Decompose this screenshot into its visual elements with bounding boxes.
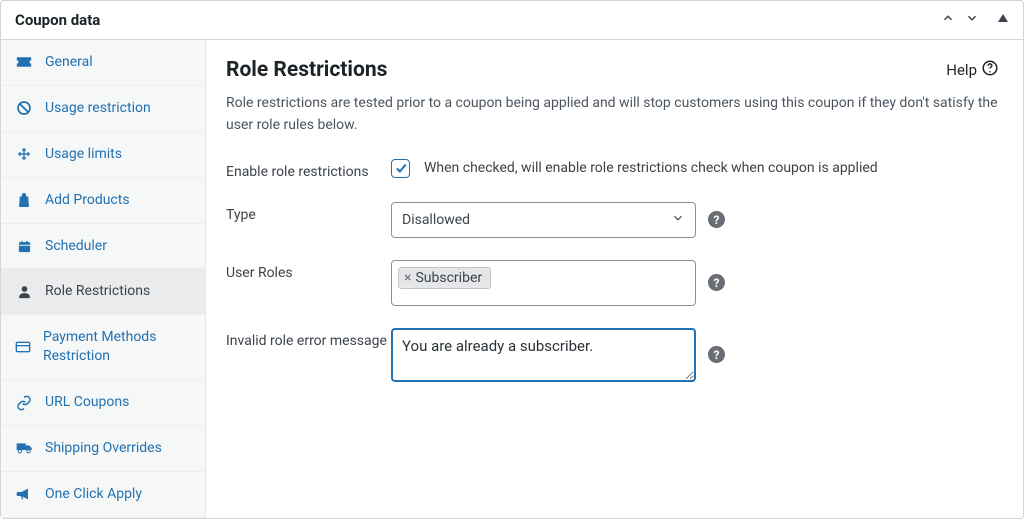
move-up-icon[interactable] bbox=[941, 11, 955, 29]
row-enable-role-restrictions: Enable role restrictions When checked, w… bbox=[226, 159, 999, 180]
card-icon bbox=[15, 341, 31, 353]
sidebar-item-role-restrictions[interactable]: Role Restrictions bbox=[1, 269, 205, 315]
coupon-data-panel: Coupon data General bbox=[0, 0, 1024, 519]
type-selected-value: Disallowed bbox=[402, 212, 470, 228]
bag-icon bbox=[15, 192, 33, 208]
sidebar-item-shipping-overrides[interactable]: Shipping Overrides bbox=[1, 426, 205, 472]
sidebar-item-general[interactable]: General bbox=[1, 40, 205, 86]
roles-help-icon[interactable]: ? bbox=[708, 274, 725, 291]
sidebar-item-label: Shipping Overrides bbox=[45, 439, 162, 458]
sidebar-item-add-products[interactable]: Add Products bbox=[1, 178, 205, 224]
collapse-icon[interactable] bbox=[997, 12, 1009, 28]
sidebar-item-label: Add Products bbox=[45, 191, 130, 210]
message-label: Invalid role error message bbox=[226, 328, 391, 349]
enable-checkbox[interactable] bbox=[391, 159, 410, 178]
type-help-icon[interactable]: ? bbox=[708, 211, 725, 228]
row-type: Type Disallowed ? bbox=[226, 202, 999, 238]
calendar-icon bbox=[15, 239, 33, 254]
content-description: Role restrictions are tested prior to a … bbox=[226, 92, 999, 137]
ticket-icon bbox=[15, 56, 33, 68]
sidebar-item-scheduler[interactable]: Scheduler bbox=[1, 224, 205, 270]
sidebar-item-label: URL Coupons bbox=[45, 393, 129, 412]
content-header: Role Restrictions Help bbox=[226, 58, 999, 82]
remove-tag-icon[interactable]: × bbox=[404, 271, 411, 285]
panel-title: Coupon data bbox=[15, 11, 100, 29]
sidebar-item-label: Scheduler bbox=[45, 237, 107, 256]
panel-body: General Usage restriction Usage limits A… bbox=[1, 40, 1023, 518]
sidebar: General Usage restriction Usage limits A… bbox=[1, 40, 206, 518]
content-title: Role Restrictions bbox=[226, 58, 387, 82]
enable-check-label: When checked, will enable role restricti… bbox=[424, 160, 878, 176]
link-icon bbox=[15, 395, 33, 411]
roles-label: User Roles bbox=[226, 260, 391, 281]
row-invalid-message: Invalid role error message ? bbox=[226, 328, 999, 382]
content-area: Role Restrictions Help Role restrictions… bbox=[206, 40, 1023, 518]
truck-icon bbox=[15, 441, 33, 455]
help-link[interactable]: Help bbox=[946, 59, 999, 81]
move-down-icon[interactable] bbox=[965, 11, 979, 29]
message-textarea[interactable] bbox=[391, 328, 696, 382]
row-user-roles: User Roles × Subscriber ? bbox=[226, 260, 999, 306]
sidebar-item-label: Usage limits bbox=[45, 145, 122, 164]
panel-header-actions bbox=[941, 11, 1009, 29]
limits-icon bbox=[15, 146, 33, 162]
role-tag: × Subscriber bbox=[398, 267, 491, 289]
sidebar-item-payment-methods-restriction[interactable]: Payment Methods Restriction bbox=[1, 315, 205, 380]
question-circle-icon bbox=[981, 59, 999, 81]
megaphone-icon bbox=[15, 487, 33, 501]
type-select[interactable]: Disallowed bbox=[391, 202, 696, 238]
help-label: Help bbox=[946, 61, 977, 79]
panel-header: Coupon data bbox=[1, 1, 1023, 40]
sidebar-item-usage-limits[interactable]: Usage limits bbox=[1, 132, 205, 178]
sidebar-item-label: One Click Apply bbox=[45, 485, 142, 504]
sidebar-item-label: Payment Methods Restriction bbox=[43, 328, 191, 366]
ban-icon bbox=[15, 100, 33, 116]
role-tag-label: Subscriber bbox=[415, 270, 482, 286]
user-icon bbox=[15, 284, 33, 299]
sidebar-item-one-click-apply[interactable]: One Click Apply bbox=[1, 472, 205, 518]
type-label: Type bbox=[226, 202, 391, 223]
message-help-icon[interactable]: ? bbox=[708, 346, 725, 363]
sidebar-item-label: Usage restriction bbox=[45, 99, 151, 118]
roles-multiselect[interactable]: × Subscriber bbox=[391, 260, 696, 306]
sidebar-item-label: Role Restrictions bbox=[45, 282, 150, 301]
sidebar-item-label: General bbox=[45, 53, 93, 72]
enable-label: Enable role restrictions bbox=[226, 159, 391, 180]
sidebar-item-url-coupons[interactable]: URL Coupons bbox=[1, 380, 205, 426]
sidebar-item-usage-restriction[interactable]: Usage restriction bbox=[1, 86, 205, 132]
chevron-down-icon bbox=[671, 211, 685, 229]
